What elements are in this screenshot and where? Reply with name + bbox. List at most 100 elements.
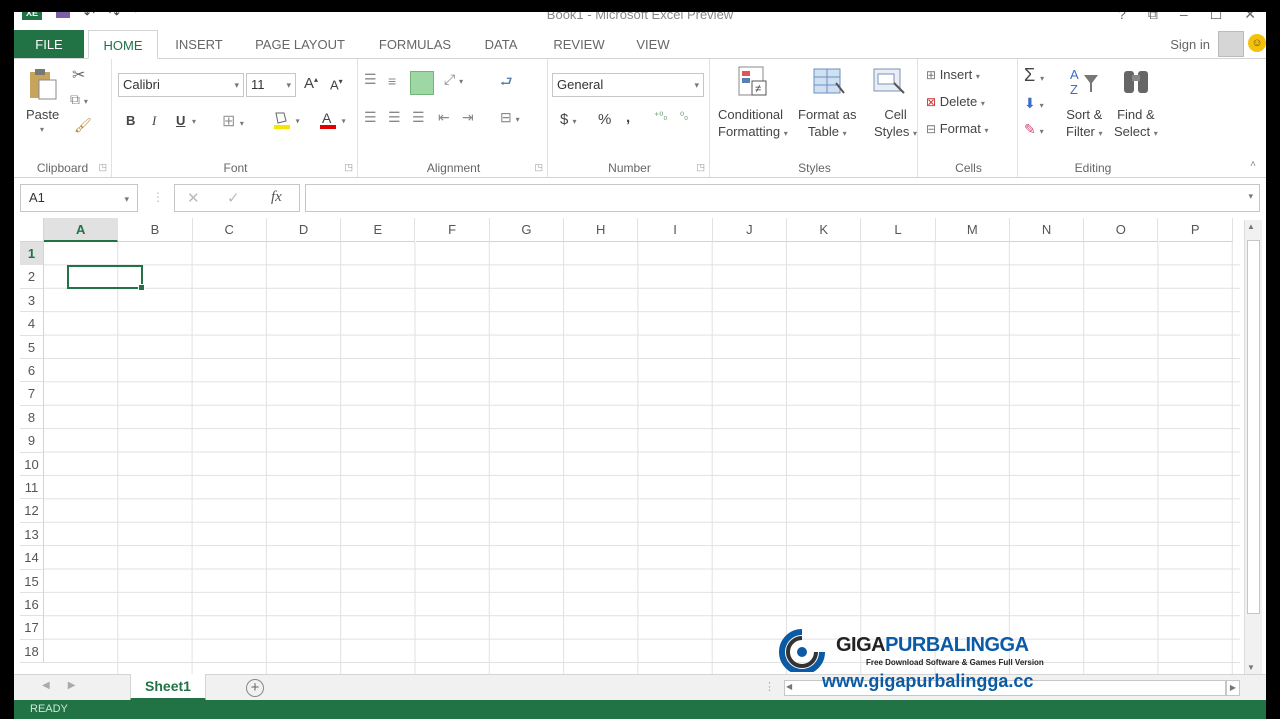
format-as-table-icon[interactable] bbox=[812, 65, 846, 99]
merge-center-icon[interactable]: ⊟ ▾ bbox=[500, 109, 520, 126]
column-header[interactable]: F bbox=[415, 218, 490, 242]
ribbon-display-icon[interactable]: ⧉ bbox=[1148, 12, 1158, 23]
underline-dropdown-icon[interactable]: ▾ bbox=[192, 117, 196, 126]
tab-home[interactable]: HOME bbox=[88, 30, 158, 59]
vertical-scrollbar[interactable]: ▲ ▼ bbox=[1244, 220, 1262, 674]
tab-file[interactable]: FILE bbox=[14, 30, 84, 59]
row-header[interactable]: 17 bbox=[20, 616, 44, 640]
sort-filter-icon[interactable]: A Z bbox=[1068, 65, 1102, 99]
orientation-icon[interactable]: ⤢ ▾ bbox=[444, 71, 463, 88]
wrap-text-icon[interactable]: ⮐ bbox=[500, 71, 513, 95]
clear-icon[interactable]: ✎ ▾ bbox=[1024, 121, 1044, 138]
expand-formula-bar-icon[interactable]: ▾ bbox=[1248, 191, 1253, 202]
find-select-button[interactable]: Find & Select ▾ bbox=[1114, 107, 1158, 139]
row-header[interactable]: 6 bbox=[20, 359, 44, 383]
insert-function-button[interactable]: fx bbox=[271, 189, 282, 206]
minimize-icon[interactable]: – bbox=[1180, 12, 1188, 23]
column-header[interactable]: H bbox=[564, 218, 639, 242]
column-header[interactable]: I bbox=[638, 218, 713, 242]
column-header[interactable]: P bbox=[1158, 218, 1233, 242]
row-header[interactable]: 12 bbox=[20, 499, 44, 523]
paste-button[interactable]: Paste bbox=[26, 107, 59, 122]
sign-in-link[interactable]: Sign in bbox=[1170, 30, 1210, 59]
column-header[interactable]: G bbox=[489, 218, 565, 242]
paste-icon[interactable] bbox=[26, 67, 60, 101]
row-header[interactable]: 7 bbox=[20, 382, 44, 406]
row-header[interactable]: 1 bbox=[20, 242, 44, 266]
sheet-tab[interactable]: Sheet1 bbox=[130, 674, 206, 701]
fill-icon[interactable]: ⬇ ▾ bbox=[1024, 95, 1044, 112]
scroll-down-icon[interactable]: ▼ bbox=[1247, 663, 1255, 672]
feedback-smiley-icon[interactable]: ☺ bbox=[1248, 34, 1266, 52]
format-as-table-button[interactable]: Format as Table ▾ bbox=[798, 107, 857, 139]
decrease-font-icon[interactable]: A▾ bbox=[330, 77, 343, 92]
row-header[interactable]: 14 bbox=[20, 546, 44, 570]
formula-input[interactable]: ▾ bbox=[305, 184, 1260, 212]
column-header[interactable]: B bbox=[118, 218, 193, 242]
row-header[interactable]: 2 bbox=[20, 265, 44, 289]
font-family-select[interactable]: Calibri ▾ bbox=[118, 73, 244, 97]
autosum-icon[interactable]: Σ ▾ bbox=[1024, 65, 1044, 86]
font-launcher-icon[interactable]: ◳ bbox=[344, 162, 353, 173]
tab-data[interactable]: DATA bbox=[476, 30, 526, 59]
row-header[interactable]: 16 bbox=[20, 593, 44, 617]
fill-color-icon[interactable]: ▾ bbox=[272, 109, 300, 131]
insert-cells-button[interactable]: ⊞ Insert ▾ bbox=[926, 67, 980, 82]
scroll-up-icon[interactable]: ▲ bbox=[1247, 222, 1255, 231]
row-header[interactable]: 3 bbox=[20, 288, 44, 313]
scroll-right-icon[interactable]: ▶ bbox=[1226, 680, 1240, 696]
tab-page-layout[interactable]: PAGE LAYOUT bbox=[240, 30, 360, 59]
row-header[interactable]: 5 bbox=[20, 335, 44, 359]
middle-align-icon[interactable]: ≡ bbox=[388, 73, 396, 89]
alignment-launcher-icon[interactable]: ◳ bbox=[534, 162, 543, 173]
column-header[interactable]: K bbox=[787, 218, 862, 242]
comma-button[interactable]: , bbox=[626, 109, 630, 126]
column-header[interactable]: N bbox=[1009, 218, 1085, 242]
top-align-icon[interactable]: ☰ bbox=[364, 71, 377, 88]
align-left-icon[interactable]: ☰ bbox=[364, 109, 377, 126]
delete-cells-button[interactable]: ⊠ Delete ▾ bbox=[926, 94, 985, 109]
cell-area[interactable] bbox=[44, 242, 1240, 674]
column-header[interactable]: M bbox=[935, 218, 1010, 242]
format-painter-icon[interactable]: 🖌 bbox=[74, 117, 92, 134]
conditional-formatting-icon[interactable]: ≠ bbox=[736, 65, 770, 99]
row-header[interactable]: 9 bbox=[20, 429, 44, 453]
sort-filter-button[interactable]: Sort & Filter ▾ bbox=[1066, 107, 1103, 139]
borders-icon[interactable]: ⊞ ▾ bbox=[222, 111, 244, 131]
column-header[interactable]: A bbox=[44, 218, 119, 242]
scroll-thumb[interactable] bbox=[1247, 240, 1260, 614]
align-center-icon[interactable]: ☰ bbox=[388, 109, 401, 126]
column-header[interactable]: O bbox=[1084, 218, 1159, 242]
column-header[interactable]: D bbox=[266, 218, 342, 242]
maximize-icon[interactable]: ☐ bbox=[1210, 12, 1223, 23]
row-header[interactable]: 15 bbox=[20, 569, 44, 593]
decrease-indent-icon[interactable]: ⇤ bbox=[438, 109, 450, 126]
row-header[interactable]: 4 bbox=[20, 312, 44, 336]
next-sheet-icon[interactable]: ▶ bbox=[68, 680, 94, 691]
bottom-align-icon[interactable] bbox=[410, 71, 434, 95]
clipboard-launcher-icon[interactable]: ◳ bbox=[98, 162, 107, 173]
align-right-icon[interactable]: ☰ bbox=[412, 109, 425, 126]
increase-indent-icon[interactable]: ⇥ bbox=[462, 109, 474, 126]
bold-button[interactable]: B bbox=[126, 113, 135, 128]
copy-icon[interactable]: ⧉ ▾ bbox=[70, 91, 88, 108]
column-header[interactable]: J bbox=[712, 218, 787, 242]
row-header[interactable]: 18 bbox=[20, 639, 44, 664]
tab-insert[interactable]: INSERT bbox=[164, 30, 234, 59]
number-launcher-icon[interactable]: ◳ bbox=[696, 162, 705, 173]
enter-icon[interactable]: ✓ bbox=[227, 189, 240, 207]
conditional-formatting-button[interactable]: Conditional Formatting ▾ bbox=[718, 107, 788, 139]
decrease-decimal-icon[interactable]: ⁰₀ bbox=[680, 111, 688, 122]
tab-formulas[interactable]: FORMULAS bbox=[370, 30, 460, 59]
row-header[interactable]: 13 bbox=[20, 522, 44, 547]
percent-button[interactable]: % bbox=[598, 111, 611, 128]
italic-button[interactable]: I bbox=[152, 113, 156, 129]
prev-sheet-icon[interactable]: ◀ bbox=[42, 680, 68, 691]
number-format-select[interactable]: General ▾ bbox=[552, 73, 704, 97]
help-icon[interactable]: ? bbox=[1118, 12, 1126, 23]
currency-button[interactable]: $ ▾ bbox=[560, 111, 577, 128]
font-color-icon[interactable]: A ▾ bbox=[318, 109, 346, 131]
formula-bar-splitter-icon[interactable]: ⋮ bbox=[152, 190, 164, 204]
binoculars-icon[interactable] bbox=[1120, 65, 1154, 99]
collapse-ribbon-icon[interactable]: ˄ bbox=[1250, 159, 1256, 170]
